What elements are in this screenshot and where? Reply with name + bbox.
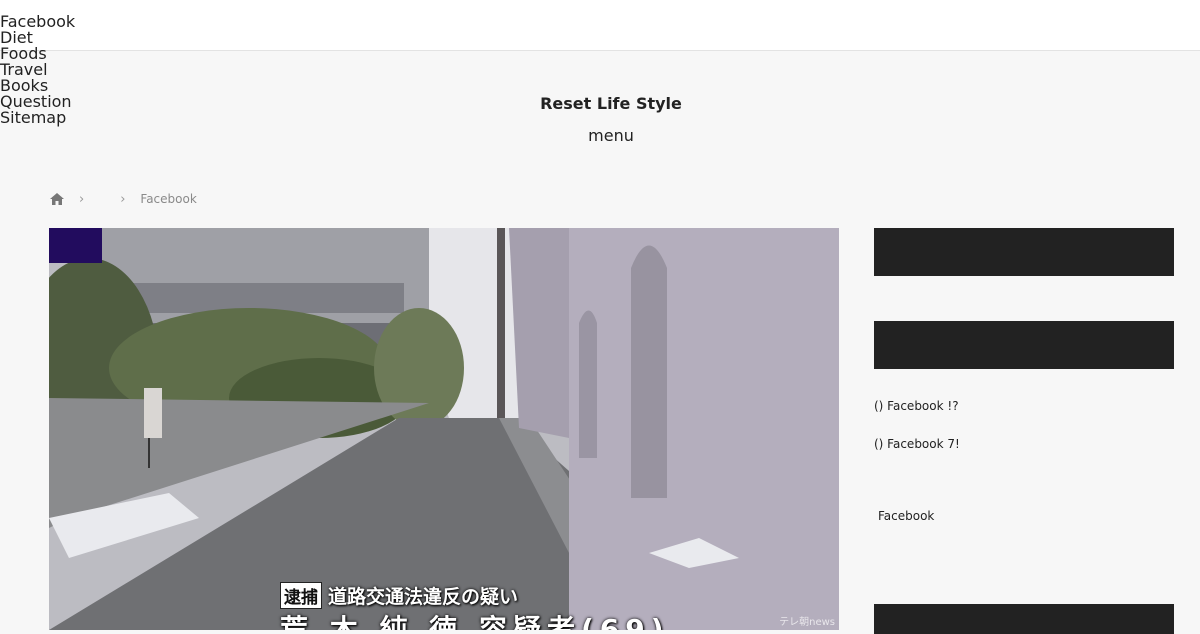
breadcrumb-separator: › bbox=[79, 191, 85, 207]
nav-item[interactable]: Sitemap bbox=[0, 110, 75, 126]
menu-toggle-button[interactable]: menu bbox=[0, 126, 1200, 145]
sidebar-post-link[interactable]: () Facebook !? bbox=[874, 399, 959, 413]
main-nav: Facebook Diet Foods Travel Books Questio… bbox=[0, 14, 75, 126]
nav-link-sitemap[interactable]: Sitemap bbox=[0, 110, 75, 126]
street-scene-image bbox=[49, 228, 839, 630]
caption-tag: 逮捕 bbox=[280, 582, 322, 609]
sidebar-widget-header bbox=[874, 228, 1174, 276]
list-item[interactable]: () Facebook 7! bbox=[874, 433, 960, 471]
site-title[interactable]: Reset Life Style bbox=[0, 94, 1200, 113]
list-item[interactable]: () Facebook !? bbox=[874, 395, 960, 433]
sidebar-category-link[interactable]: Facebook bbox=[878, 509, 934, 523]
sidebar-widget-header bbox=[874, 321, 1174, 369]
caption-text: 道路交通法違反の疑い bbox=[328, 586, 519, 608]
category-badge bbox=[49, 228, 102, 263]
watermark: テレ朝news bbox=[779, 617, 835, 628]
video-caption: 逮捕 道路交通法違反の疑い bbox=[280, 582, 518, 609]
breadcrumb-separator: › bbox=[120, 191, 126, 207]
home-icon[interactable] bbox=[49, 191, 65, 207]
sidebar-post-list: () Facebook !? () Facebook 7! bbox=[874, 395, 960, 471]
caption-name: 荒 木 純 徳 容疑者(69) bbox=[280, 613, 670, 630]
featured-image[interactable]: 逮捕 道路交通法違反の疑い 荒 木 純 徳 容疑者(69) テレ朝news bbox=[49, 228, 839, 630]
top-bar bbox=[0, 0, 1200, 51]
sidebar-post-link[interactable]: () Facebook 7! bbox=[874, 437, 960, 451]
breadcrumb: › › Facebook bbox=[49, 191, 197, 207]
breadcrumb-current[interactable]: Facebook bbox=[140, 192, 196, 206]
